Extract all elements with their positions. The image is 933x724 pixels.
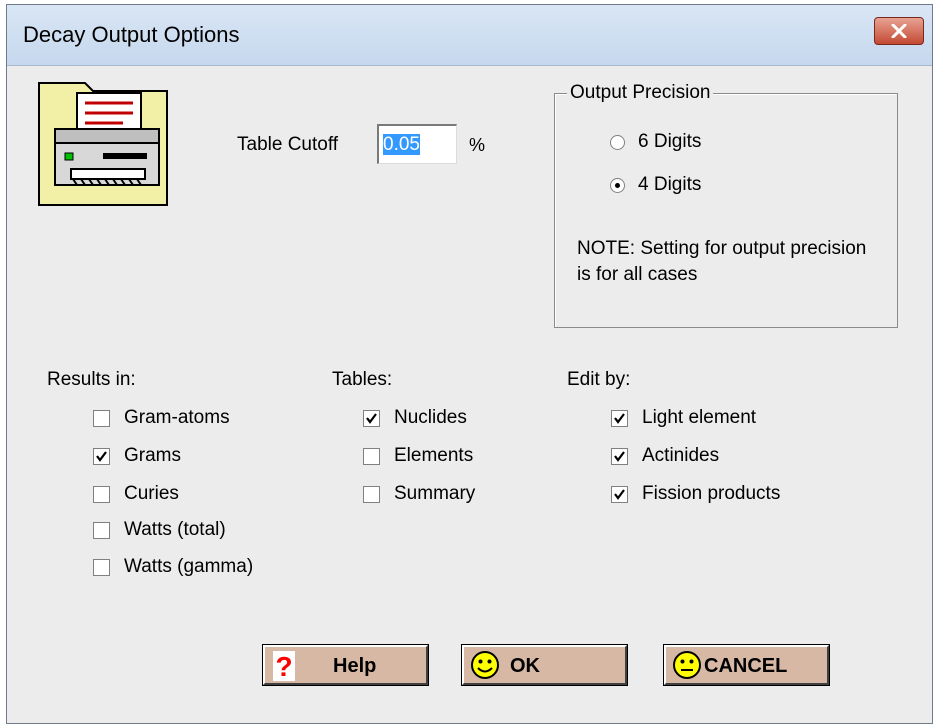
checkbox-watts-gamma[interactable]: Watts (gamma): [93, 556, 253, 578]
checkbox-box[interactable]: [611, 447, 628, 465]
ok-button[interactable]: OK: [461, 644, 628, 686]
checkmark-icon: [614, 450, 625, 462]
checkbox-label: Gram-atoms: [124, 407, 230, 428]
checkbox-label: Grams: [124, 445, 181, 466]
tables-title: Tables:: [332, 369, 393, 390]
radio-circle[interactable]: [610, 134, 625, 150]
printer-icon: [38, 82, 168, 206]
checkbox-label: Light element: [642, 407, 757, 428]
checkbox-box[interactable]: [93, 558, 110, 576]
radio-6-digits[interactable]: 6 Digits: [610, 131, 701, 153]
checkmark-icon: [366, 412, 377, 424]
svg-text:?: ?: [275, 651, 292, 681]
edit-by-title: Edit by:: [567, 369, 631, 390]
radio-circle[interactable]: [610, 177, 625, 193]
cancel-button-label: CANCEL: [704, 655, 788, 677]
checkbox-curies[interactable]: Curies: [93, 483, 179, 505]
help-button-label: Help: [333, 655, 377, 677]
output-precision-group: Output Precision 6 Digits 4 Digits NOTE:…: [554, 82, 898, 328]
checkbox-summary[interactable]: Summary: [363, 483, 475, 505]
checkbox-grams[interactable]: Grams: [93, 445, 181, 467]
checkbox-elements[interactable]: Elements: [363, 445, 473, 467]
radio-label: 6 Digits: [638, 131, 702, 152]
checkmark-icon: [614, 412, 625, 424]
checkbox-watts-total[interactable]: Watts (total): [93, 519, 226, 541]
precision-note: NOTE: Setting for output precision is fo…: [577, 238, 867, 285]
checkbox-label: Watts (gamma): [124, 556, 254, 577]
checkbox-nuclides[interactable]: Nuclides: [363, 407, 467, 429]
decay-output-options-dialog: Decay Output Options Table Cutoff 0.05 %…: [6, 4, 933, 724]
checkbox-box[interactable]: [363, 485, 380, 503]
checkbox-box[interactable]: [611, 409, 628, 427]
checkbox-box[interactable]: [93, 447, 110, 465]
checkmark-icon: [96, 450, 107, 462]
title-bar[interactable]: Decay Output Options: [7, 5, 932, 66]
checkbox-box[interactable]: [363, 447, 380, 465]
checkbox-gram-atoms[interactable]: Gram-atoms: [93, 407, 230, 429]
checkbox-box[interactable]: [93, 409, 110, 427]
checkbox-box[interactable]: [93, 485, 110, 503]
checkbox-label: Summary: [394, 483, 476, 504]
window-title: Decay Output Options: [23, 22, 240, 47]
question-mark-icon: ?: [273, 651, 295, 681]
radio-label: 4 Digits: [638, 174, 702, 195]
close-button[interactable]: [874, 17, 924, 45]
checkbox-fission-products[interactable]: Fission products: [611, 483, 780, 505]
table-cutoff-value: 0.05: [383, 134, 420, 155]
checkbox-box[interactable]: [611, 485, 628, 503]
checkbox-label: Nuclides: [394, 407, 467, 428]
checkmark-icon: [614, 488, 625, 500]
checkbox-label: Watts (total): [124, 519, 226, 540]
checkbox-label: Elements: [394, 445, 474, 466]
checkbox-actinides[interactable]: Actinides: [611, 445, 719, 467]
table-cutoff-unit: %: [469, 135, 486, 155]
checkbox-box[interactable]: [93, 521, 110, 539]
help-button[interactable]: ? Help: [262, 644, 429, 686]
table-cutoff-input[interactable]: 0.05: [377, 124, 457, 164]
checkbox-light-element[interactable]: Light element: [611, 407, 756, 429]
results-in-title: Results in:: [47, 369, 136, 390]
checkbox-label: Fission products: [642, 483, 781, 504]
radio-4-digits[interactable]: 4 Digits: [610, 174, 701, 196]
checkbox-label: Actinides: [642, 445, 720, 466]
smiley-face-icon: [673, 651, 701, 679]
smiley-face-icon: [471, 651, 499, 679]
close-icon: [891, 24, 907, 38]
cancel-button[interactable]: CANCEL: [663, 644, 830, 686]
checkbox-box[interactable]: [363, 409, 380, 427]
ok-button-label: OK: [510, 655, 540, 677]
output-precision-legend: Output Precision: [567, 82, 714, 104]
checkbox-label: Curies: [124, 483, 179, 504]
table-cutoff-label: Table Cutoff: [237, 134, 339, 155]
